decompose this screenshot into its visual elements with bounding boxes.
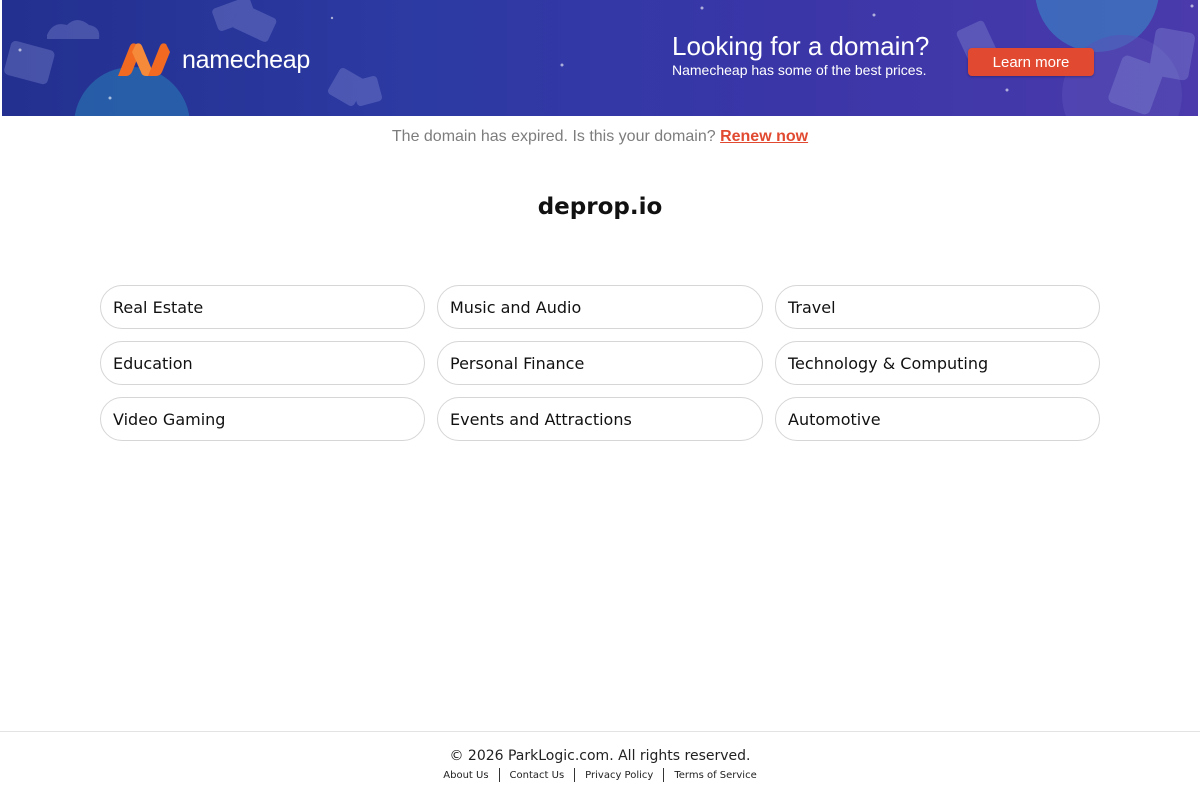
contact-us-link[interactable]: Contact Us (500, 770, 575, 781)
category-link[interactable]: Education (100, 341, 425, 385)
namecheap-logo-icon (118, 43, 170, 76)
footer: © 2026 ParkLogic.com. All rights reserve… (0, 731, 1200, 801)
footer-links: About Us Contact Us Privacy Policy Terms… (0, 768, 1200, 782)
promo-text: Looking for a domain? Namecheap has some… (672, 31, 929, 79)
expired-notice: The domain has expired. Is this your dom… (0, 128, 1200, 146)
renew-now-link[interactable]: Renew now (720, 128, 808, 145)
category-link[interactable]: Real Estate (100, 285, 425, 329)
brand-name: namecheap (182, 45, 310, 74)
category-link[interactable]: Events and Attractions (437, 397, 763, 441)
about-us-link[interactable]: About Us (433, 770, 498, 781)
domain-title: deprop.io (537, 194, 663, 220)
copyright-text: © 2026 ParkLogic.com. All rights reserve… (449, 748, 751, 764)
namecheap-logo[interactable]: namecheap (114, 40, 310, 80)
promo-title: Looking for a domain? (672, 31, 930, 61)
promo-subtitle: Namecheap has some of the best prices. (672, 62, 927, 78)
category-grid: Real Estate Music and Audio Travel Educa… (100, 285, 1100, 441)
expired-notice-text: The domain has expired. Is this your dom… (391, 128, 716, 145)
promo-banner[interactable]: namecheap Looking for a domain? Namechea… (2, 0, 1198, 116)
category-link[interactable]: Automotive (775, 397, 1100, 441)
category-link[interactable]: Travel (775, 285, 1100, 329)
terms-of-service-link[interactable]: Terms of Service (664, 770, 766, 781)
privacy-policy-link[interactable]: Privacy Policy (575, 770, 663, 781)
learn-more-button[interactable]: Learn more (968, 48, 1094, 76)
category-link[interactable]: Personal Finance (437, 341, 763, 385)
category-link[interactable]: Technology & Computing (775, 341, 1100, 385)
category-link[interactable]: Video Gaming (100, 397, 425, 441)
category-link[interactable]: Music and Audio (437, 285, 763, 329)
